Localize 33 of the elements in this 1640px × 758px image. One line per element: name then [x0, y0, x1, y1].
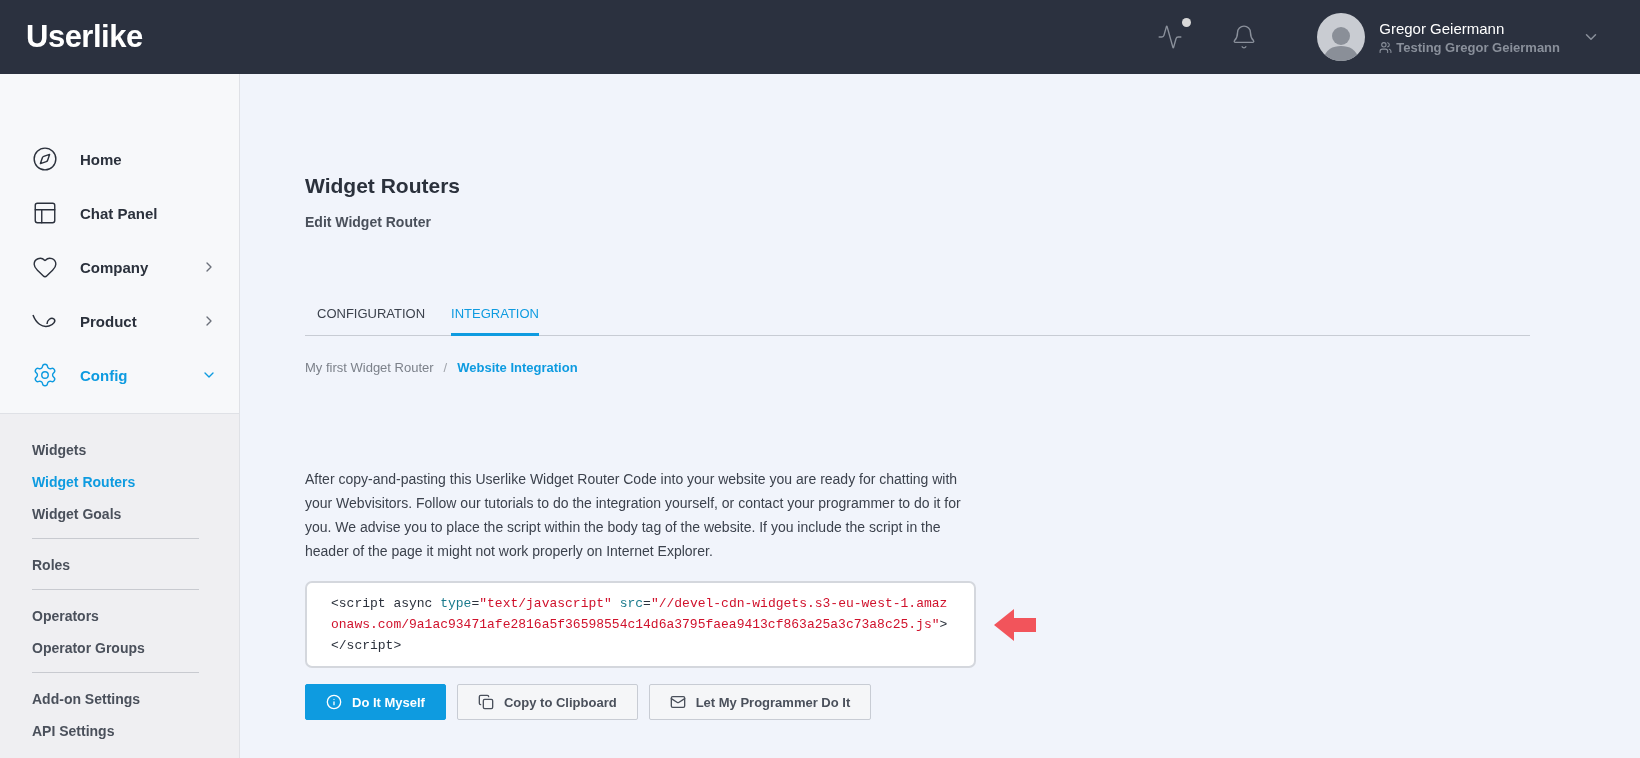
submenu-item[interactable]: Roles [32, 549, 239, 581]
nav-item[interactable]: Company [32, 240, 239, 294]
compass-icon [32, 146, 58, 172]
info-icon [326, 694, 342, 710]
account-name: Testing Gregor Geiermann [1396, 39, 1560, 55]
settings-icon [32, 362, 58, 388]
avatar[interactable] [1317, 13, 1366, 61]
logo[interactable]: Userlike [26, 19, 143, 55]
submenu-item[interactable]: Widget Goals [32, 498, 239, 530]
window-icon [32, 200, 58, 226]
tab[interactable]: CONFIGURATION [317, 296, 426, 336]
mail-icon [669, 694, 686, 710]
user-name: Gregor Geiermann [1379, 19, 1506, 37]
submenu-item[interactable]: Add-on Settings [32, 683, 239, 715]
intro-text: After copy-and-pasting this Userlike Widget Router Code into your website you are ready for chatting with your Webvisitors. Follow our tutorials to do the integration yourself, or contact your programmer to do it for you. We advise you to place the script within the body tag of the website. If you include the script in the header of the page it might not work properly on Internet Explorer. [305, 470, 962, 561]
users-icon [1379, 40, 1393, 54]
code-snippet[interactable]: <script async type="text/javascript" src="//devel-cdn-widgets.s3-eu-west-1.amazonaws.com/9a1ac93471afe2816a5f36598554c14d6a3795faea9413cf863a25a3c73a8c25.js"> </script> [305, 581, 977, 668]
nav-item[interactable]: Home [32, 132, 239, 186]
activity-icon[interactable] [1157, 24, 1184, 50]
action-button[interactable]: Copy to Clipboard [456, 684, 638, 720]
page-title: Widget Routers [305, 174, 461, 198]
submenu-item[interactable]: Operator Groups [32, 632, 239, 664]
action-button[interactable]: Let My Programmer Do It [648, 684, 872, 720]
nav-item[interactable]: Chat Panel [32, 186, 239, 240]
nav-item[interactable]: Product [32, 294, 239, 348]
submenu-item[interactable]: Operators [32, 600, 239, 632]
submenu-item[interactable]: Widgets [32, 434, 239, 466]
copy-icon [477, 694, 494, 710]
breadcrumb-link[interactable]: My first Widget Router [305, 360, 434, 375]
arrow-icon [994, 608, 1037, 641]
submenu-item[interactable]: API Settings [32, 715, 239, 747]
page-subtitle: Edit Widget Router [305, 214, 432, 230]
breadcrumb-separator: / [443, 360, 448, 375]
